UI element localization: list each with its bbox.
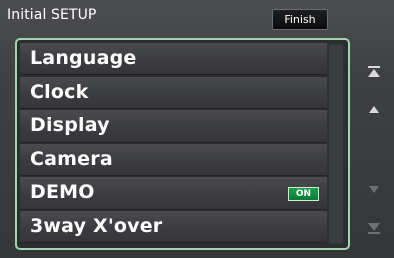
scroll-down-button[interactable]: [364, 181, 384, 197]
list-scrollbar[interactable]: [327, 43, 345, 245]
menu-item-demo[interactable]: DEMO ON: [20, 177, 328, 210]
menu-item-3way-xover[interactable]: 3way X'over: [20, 210, 328, 244]
finish-button[interactable]: Finish: [272, 9, 328, 30]
menu-item-label: 3way X'over: [30, 214, 163, 237]
menu-item-label: DEMO: [30, 181, 95, 204]
scroll-up-icon: [369, 106, 379, 113]
screen-title: Initial SETUP: [7, 7, 97, 23]
scrollbar-thumb[interactable]: [329, 45, 343, 243]
menu-item-label: Clock: [30, 80, 89, 103]
demo-on-toggle[interactable]: ON: [288, 187, 319, 202]
menu-item-camera[interactable]: Camera: [20, 143, 328, 177]
scroll-bottom-button[interactable]: [364, 220, 384, 236]
scroll-bottom-icon: [368, 223, 380, 234]
initial-setup-screen: Initial SETUP Finish Language Clock Disp…: [0, 0, 394, 258]
menu-item-language[interactable]: Language: [20, 43, 328, 76]
menu-item-label: Display: [30, 114, 110, 137]
scroll-top-button[interactable]: [364, 64, 384, 80]
setup-menu-list: Language Clock Display Camera DEMO ON 3w…: [15, 38, 350, 250]
scroll-down-icon: [369, 186, 379, 193]
scroll-top-icon: [368, 66, 380, 77]
menu-item-label: Language: [30, 47, 137, 69]
menu-items: Language Clock Display Camera DEMO ON 3w…: [20, 43, 328, 244]
menu-item-label: Camera: [30, 147, 113, 170]
menu-item-clock[interactable]: Clock: [20, 76, 328, 109]
scroll-up-button[interactable]: [364, 102, 384, 118]
menu-item-display[interactable]: Display: [20, 110, 328, 143]
